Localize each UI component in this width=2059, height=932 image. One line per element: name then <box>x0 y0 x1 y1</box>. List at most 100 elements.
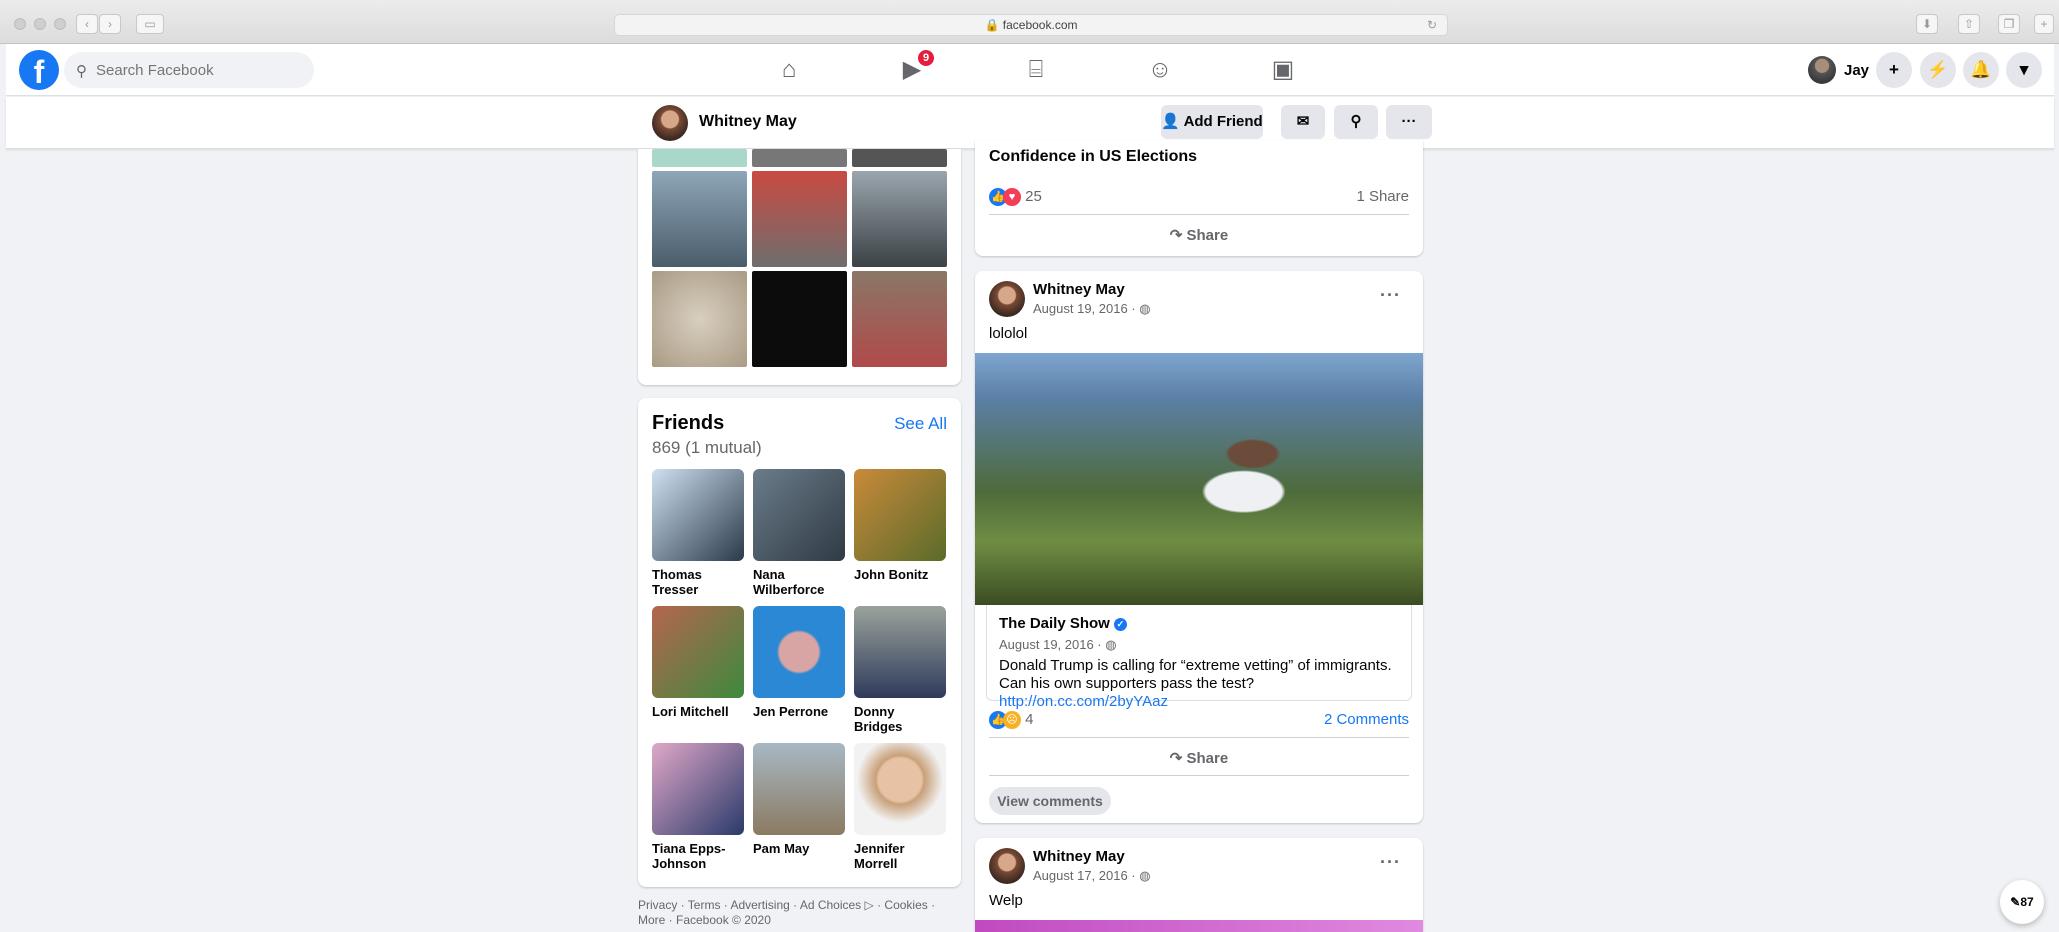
groups-icon[interactable]: ☺ <box>1104 44 1216 96</box>
photo-thumbnail[interactable] <box>852 271 947 367</box>
post-date[interactable]: August 19, 2016 · ◍ <box>1033 301 1151 317</box>
plus-icon[interactable]: + <box>1876 52 1912 88</box>
caret-icon[interactable]: ▾ <box>2006 52 2042 88</box>
footer-line[interactable]: More · Facebook © 2020 <box>638 913 958 928</box>
friend-photo[interactable] <box>753 743 845 835</box>
share-count[interactable]: 1 Share <box>1356 188 1409 205</box>
zoom-window-button[interactable] <box>54 18 66 30</box>
friend-name[interactable]: Nana Wilberforce <box>753 567 845 597</box>
photo-thumbnail[interactable] <box>752 149 847 167</box>
watch-icon[interactable]: ▶ 9 <box>856 44 968 96</box>
friend-photo[interactable] <box>854 606 946 698</box>
friend-name[interactable]: Jen Perrone <box>753 704 845 719</box>
photo-thumbnail[interactable] <box>752 271 847 367</box>
address-bar[interactable]: 🔒 facebook.com ↻ <box>614 14 1448 36</box>
friend-name[interactable]: Thomas Tresser <box>652 567 744 597</box>
reload-icon[interactable]: ↻ <box>1427 15 1437 35</box>
friend-item[interactable]: Tiana Epps-Johnson <box>652 743 744 871</box>
photo-thumbnail[interactable] <box>852 149 947 167</box>
friend-photo[interactable] <box>753 469 845 561</box>
post-date[interactable]: August 17, 2016 · ◍ <box>1033 868 1151 884</box>
share-button[interactable]: ↷ Share <box>989 226 1409 244</box>
photo-thumbnail[interactable] <box>852 171 947 267</box>
photo-thumbnail[interactable] <box>752 171 847 267</box>
photo-thumbnail[interactable] <box>652 271 747 367</box>
verified-icon: ✓ <box>1113 617 1127 631</box>
photo-thumbnail[interactable] <box>652 171 747 267</box>
friend-name[interactable]: John Bonitz <box>854 567 946 582</box>
search-icon[interactable]: ⚲ <box>1334 105 1378 139</box>
friend-item[interactable]: Jennifer Morrell <box>854 743 946 871</box>
globe-icon: ◍ <box>1139 868 1151 883</box>
post-author[interactable]: Whitney May <box>1033 281 1125 298</box>
sidebar-toggle-button[interactable]: ▭ <box>136 14 164 34</box>
friend-photo[interactable] <box>854 743 946 835</box>
friend-item[interactable]: Nana Wilberforce <box>753 469 845 597</box>
search-box[interactable]: ⚲ <box>64 52 314 88</box>
friend-name[interactable]: Donny Bridges <box>854 704 946 734</box>
friend-name[interactable]: Lori Mitchell <box>652 704 744 719</box>
new-tab-button[interactable]: + <box>2034 14 2054 34</box>
friend-item[interactable]: Donny Bridges <box>854 606 946 734</box>
friend-photo[interactable] <box>652 606 744 698</box>
footer-links[interactable]: Privacy · Terms · Advertising · Ad Choic… <box>638 898 958 928</box>
friend-name[interactable]: Tiana Epps-Johnson <box>652 841 744 871</box>
link-preview[interactable]: The Daily Show ✓ August 19, 2016 · ◍ Dona… <box>986 605 1412 710</box>
friend-photo[interactable] <box>753 606 845 698</box>
reaction-summary[interactable]: 👍 ♥ 25 <box>989 188 1042 207</box>
post-title[interactable]: Confidence in US Elections <box>989 148 1197 166</box>
profile-name[interactable]: Whitney May <box>699 113 797 131</box>
marketplace-icon[interactable]: ⌸ <box>980 44 1092 96</box>
post-author[interactable]: Whitney May <box>1033 848 1125 865</box>
photo-thumbnail[interactable] <box>652 149 747 167</box>
comments-count-link[interactable]: 2 Comments <box>1324 711 1409 728</box>
friend-photo[interactable] <box>652 743 744 835</box>
minimize-window-button[interactable] <box>34 18 46 30</box>
friend-name[interactable]: Pam May <box>753 841 845 856</box>
footer-line[interactable]: Privacy · Terms · Advertising · Ad Choic… <box>638 898 958 913</box>
friend-item[interactable]: Jen Perrone <box>753 606 845 719</box>
share-icon: ↷ <box>1169 227 1183 244</box>
gaming-icon[interactable]: ▣ <box>1227 44 1339 96</box>
bell-icon[interactable]: 🔔 <box>1963 52 1999 88</box>
add-friend-button[interactable]: 👤 Add Friend <box>1161 105 1263 139</box>
friend-item[interactable]: Thomas Tresser <box>652 469 744 597</box>
more-options-button[interactable]: ··· <box>1386 105 1432 139</box>
home-icon[interactable]: ⌂ <box>733 44 845 96</box>
friend-photo[interactable] <box>854 469 946 561</box>
view-comments-button[interactable]: View comments <box>989 787 1111 815</box>
downloads-button[interactable]: ⬇ <box>1916 14 1938 34</box>
friend-item[interactable]: Pam May <box>753 743 845 856</box>
share-page-button[interactable]: ⇧ <box>1958 14 1980 34</box>
back-button[interactable]: ‹ <box>76 14 98 34</box>
friend-photo[interactable] <box>652 469 744 561</box>
messenger-icon[interactable]: ⚡ <box>1920 52 1956 88</box>
avatar[interactable] <box>989 848 1025 884</box>
avatar[interactable] <box>652 105 688 141</box>
reaction-count: 4 <box>1025 711 1034 728</box>
avatar[interactable] <box>989 281 1025 317</box>
lock-icon: 🔒 <box>984 18 1000 32</box>
divider <box>989 737 1409 738</box>
facebook-logo[interactable]: f <box>19 50 59 90</box>
post-image[interactable] <box>975 920 1423 932</box>
search-input[interactable] <box>96 52 306 88</box>
friends-count: 869 (1 mutual) <box>652 438 762 457</box>
see-all-friends-link[interactable]: See All <box>894 414 947 434</box>
compose-icon: ✎ <box>2010 895 2021 909</box>
reaction-summary[interactable]: 👍☹ 4 <box>989 711 1034 730</box>
link-url[interactable]: http://on.cc.com/2byYAaz <box>999 693 1168 710</box>
post-options-button[interactable]: ··· <box>1380 852 1401 873</box>
link-source[interactable]: The Daily Show ✓ <box>999 615 1127 632</box>
messenger-icon[interactable]: ✉ <box>1281 105 1325 139</box>
video-thumbnail[interactable] <box>975 353 1423 605</box>
tabs-overview-button[interactable]: ❐ <box>1998 14 2020 34</box>
friend-item[interactable]: John Bonitz <box>854 469 946 582</box>
friend-item[interactable]: Lori Mitchell <box>652 606 744 719</box>
new-message-button[interactable]: ✎87 <box>2000 880 2044 924</box>
post-options-button[interactable]: ··· <box>1380 285 1401 306</box>
forward-button[interactable]: › <box>99 14 121 34</box>
friend-name[interactable]: Jennifer Morrell <box>854 841 946 871</box>
share-button[interactable]: ↷ Share <box>989 749 1409 767</box>
close-window-button[interactable] <box>14 18 26 30</box>
